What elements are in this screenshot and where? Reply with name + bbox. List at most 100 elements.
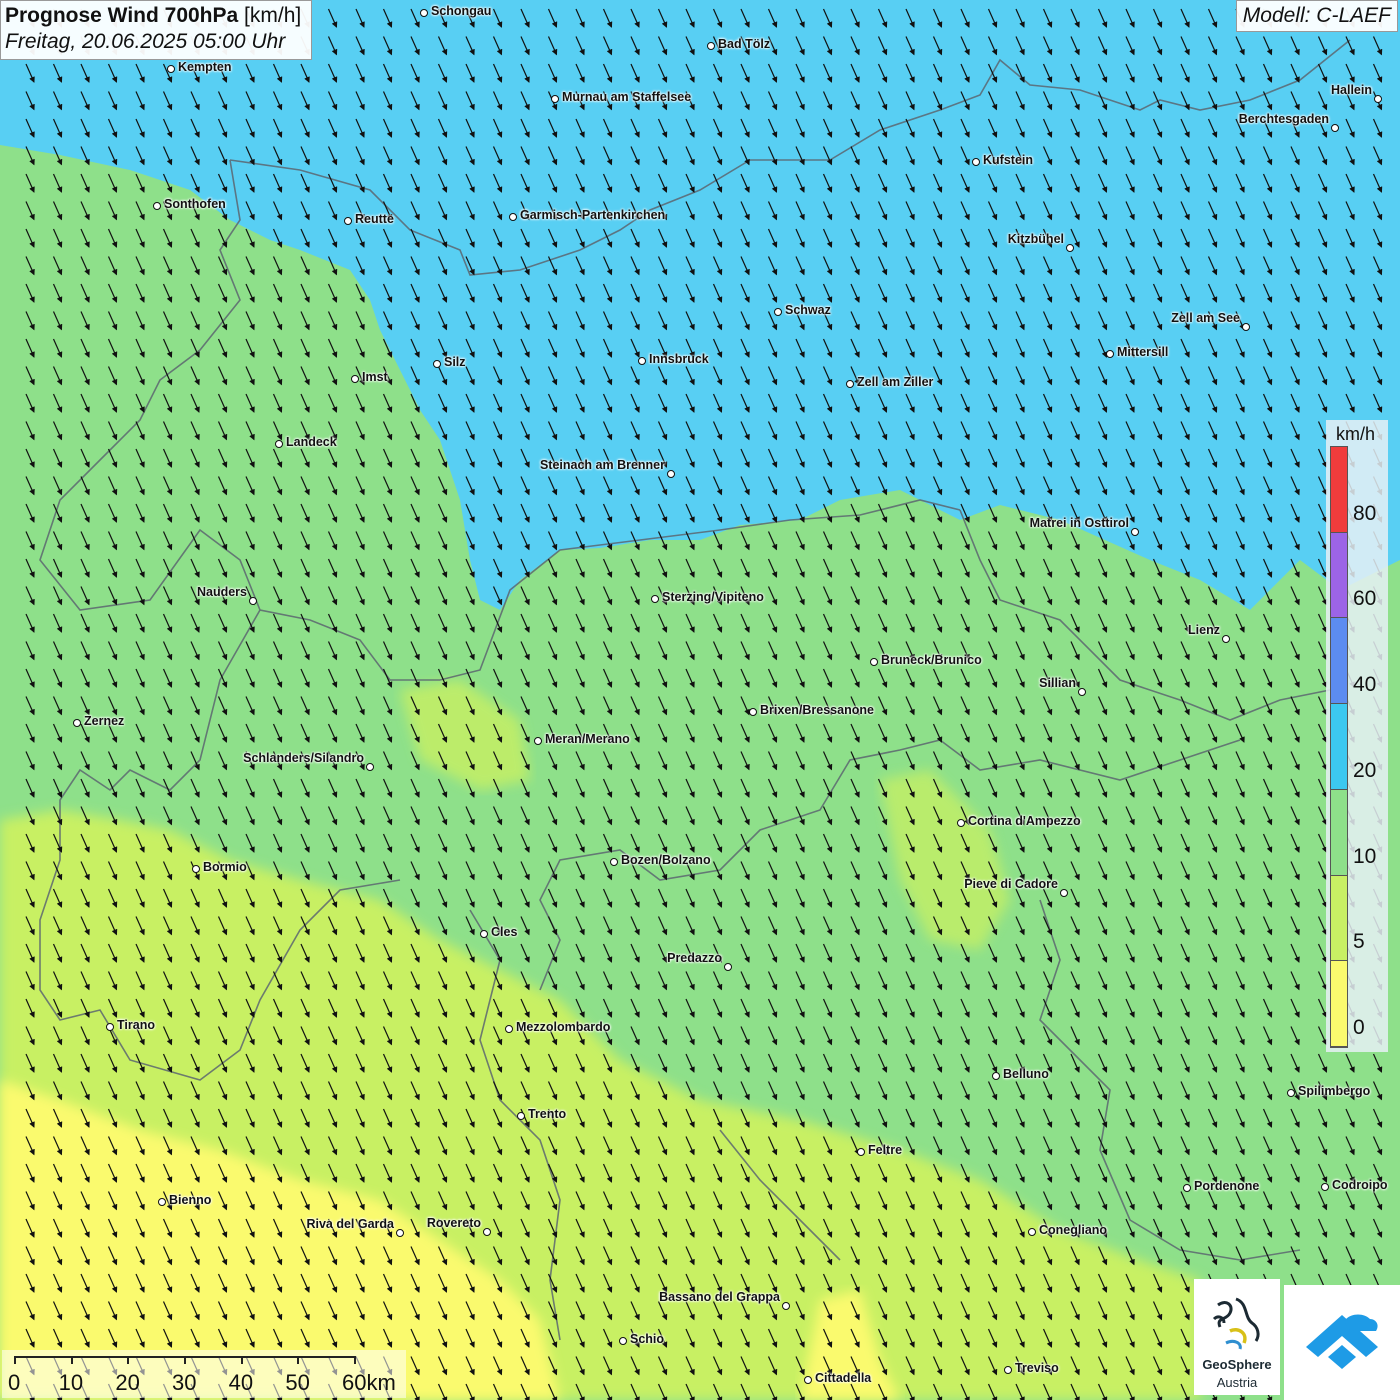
- city-label[interactable]: Silz: [444, 355, 466, 369]
- city-label[interactable]: Bruneck/Brunico: [881, 653, 982, 667]
- city-label[interactable]: Rovereto: [427, 1216, 481, 1230]
- city-marker: [724, 963, 732, 971]
- city-label[interactable]: Sillian: [1039, 676, 1076, 690]
- city-label[interactable]: Zernez: [84, 714, 124, 728]
- city-label[interactable]: Bormio: [203, 860, 247, 874]
- city-label[interactable]: Treviso: [1015, 1361, 1059, 1375]
- city-marker: [1287, 1089, 1295, 1097]
- city-label[interactable]: Matrei in Osttirol: [1030, 516, 1129, 530]
- scale-bar-label: 10: [58, 1370, 84, 1395]
- city-label[interactable]: Bozen/Bolzano: [621, 853, 711, 867]
- city-marker: [505, 1025, 513, 1033]
- city-label[interactable]: Sterzing/Vipiteno: [662, 590, 764, 604]
- city-label[interactable]: Bassano del Grappa: [659, 1290, 780, 1304]
- city-label[interactable]: Predazzo: [667, 951, 722, 965]
- city-marker: [1222, 635, 1230, 643]
- city-label[interactable]: Sonthofen: [164, 197, 226, 211]
- city-label[interactable]: Innsbruck: [649, 352, 709, 366]
- scale-bar-tick: [297, 1356, 300, 1364]
- city-marker: [1060, 889, 1068, 897]
- city-label[interactable]: Spilimbergo: [1298, 1084, 1370, 1098]
- city-marker: [1242, 323, 1250, 331]
- city-label[interactable]: Zell am Ziller: [857, 375, 933, 389]
- city-label[interactable]: Zell am See: [1171, 311, 1240, 325]
- legend-segment: [1331, 704, 1347, 790]
- city-label[interactable]: Steinach am Brenner: [540, 458, 665, 472]
- city-label[interactable]: Cortina d'Ampezzo: [968, 814, 1081, 828]
- legend-color-bar: [1330, 446, 1348, 1048]
- city-label[interactable]: Tirano: [117, 1018, 155, 1032]
- city-label[interactable]: Cles: [491, 925, 517, 939]
- geosphere-logo[interactable]: GeoSphere Austria: [1194, 1279, 1280, 1395]
- city-marker: [1321, 1183, 1329, 1191]
- legend-segment: [1331, 875, 1347, 962]
- geosphere-app-icon: [1306, 1314, 1378, 1369]
- city-label[interactable]: Murnau am Staffelsee: [562, 90, 691, 104]
- city-marker: [480, 930, 488, 938]
- city-marker: [667, 470, 675, 478]
- city-marker: [249, 597, 257, 605]
- city-label[interactable]: Schwaz: [785, 303, 831, 317]
- city-label[interactable]: Mezzolombardo: [516, 1020, 610, 1034]
- city-label[interactable]: Riva del Garda: [306, 1217, 394, 1231]
- city-label[interactable]: Conegliano: [1039, 1223, 1107, 1237]
- city-label[interactable]: Landeck: [286, 435, 337, 449]
- city-label[interactable]: Meran/Merano: [545, 732, 630, 746]
- city-label[interactable]: Codroipo: [1332, 1178, 1388, 1192]
- city-label[interactable]: Mittersill: [1117, 345, 1168, 359]
- city-label[interactable]: Nauders: [197, 585, 247, 599]
- city-label[interactable]: Imst: [362, 370, 388, 384]
- model-label: Modell: C-LAEF: [1235, 0, 1398, 32]
- legend-segment: [1331, 532, 1347, 619]
- city-label[interactable]: Kitzbühel: [1008, 232, 1064, 246]
- scale-bar-tick: [14, 1356, 16, 1364]
- city-label[interactable]: Berchtesgaden: [1239, 112, 1329, 126]
- city-marker: [275, 440, 283, 448]
- city-label[interactable]: Schlanders/Silandro: [243, 751, 364, 765]
- city-label[interactable]: Hallein: [1331, 83, 1372, 97]
- city-marker: [73, 719, 81, 727]
- city-label[interactable]: Reutte: [355, 212, 394, 226]
- city-marker: [158, 1198, 166, 1206]
- title-box: Prognose Wind 700hPa [km/h] Freitag, 20.…: [0, 0, 313, 60]
- wind-forecast-map[interactable]: Prognose Wind 700hPa [km/h] Freitag, 20.…: [0, 0, 1400, 1400]
- city-marker: [433, 360, 441, 368]
- legend-tick-label: 60: [1353, 587, 1377, 611]
- city-label[interactable]: Feltre: [868, 1143, 902, 1157]
- legend-tick-label: 80: [1353, 501, 1377, 525]
- city-marker: [106, 1023, 114, 1031]
- city-label[interactable]: Brixen/Bressanone: [760, 703, 874, 717]
- city-label[interactable]: Pordenone: [1194, 1179, 1259, 1193]
- legend-segment: [1331, 789, 1347, 876]
- city-label[interactable]: Kempten: [178, 60, 231, 74]
- scale-bar-label: 60km: [342, 1370, 396, 1395]
- city-label[interactable]: Pieve di Cadore: [964, 877, 1058, 891]
- city-label[interactable]: Garmisch-Partenkirchen: [520, 208, 665, 222]
- legend-tick-label: 0: [1353, 1016, 1365, 1039]
- scale-bar-tick: [70, 1356, 73, 1364]
- legend-tick-label: 5: [1353, 930, 1365, 954]
- geosphere-logo-icon: [1212, 1297, 1260, 1350]
- city-marker: [153, 202, 161, 210]
- city-marker: [351, 375, 359, 383]
- city-marker: [707, 42, 715, 50]
- city-marker: [846, 380, 854, 388]
- city-label[interactable]: Schongau: [431, 4, 491, 18]
- city-marker: [1066, 244, 1074, 252]
- city-label[interactable]: Kufstein: [983, 153, 1033, 167]
- scale-bar-label: 20: [115, 1370, 140, 1395]
- city-label[interactable]: Lienz: [1188, 623, 1220, 637]
- city-label[interactable]: Bienno: [169, 1193, 211, 1207]
- city-label[interactable]: Belluno: [1003, 1067, 1049, 1081]
- app-link[interactable]: [1284, 1285, 1400, 1400]
- city-marker: [857, 1148, 865, 1156]
- city-marker: [167, 65, 175, 73]
- city-label[interactable]: Trento: [528, 1107, 566, 1121]
- scale-bar-tick: [184, 1356, 186, 1364]
- city-label[interactable]: Bad Tölz: [718, 37, 770, 51]
- logo-text-line1: GeoSphere: [1202, 1357, 1272, 1372]
- city-label[interactable]: Cittadella: [815, 1371, 871, 1385]
- city-label[interactable]: Schio: [630, 1332, 664, 1346]
- city-marker: [1004, 1366, 1012, 1374]
- logo-text-line2: Austria: [1216, 1375, 1258, 1390]
